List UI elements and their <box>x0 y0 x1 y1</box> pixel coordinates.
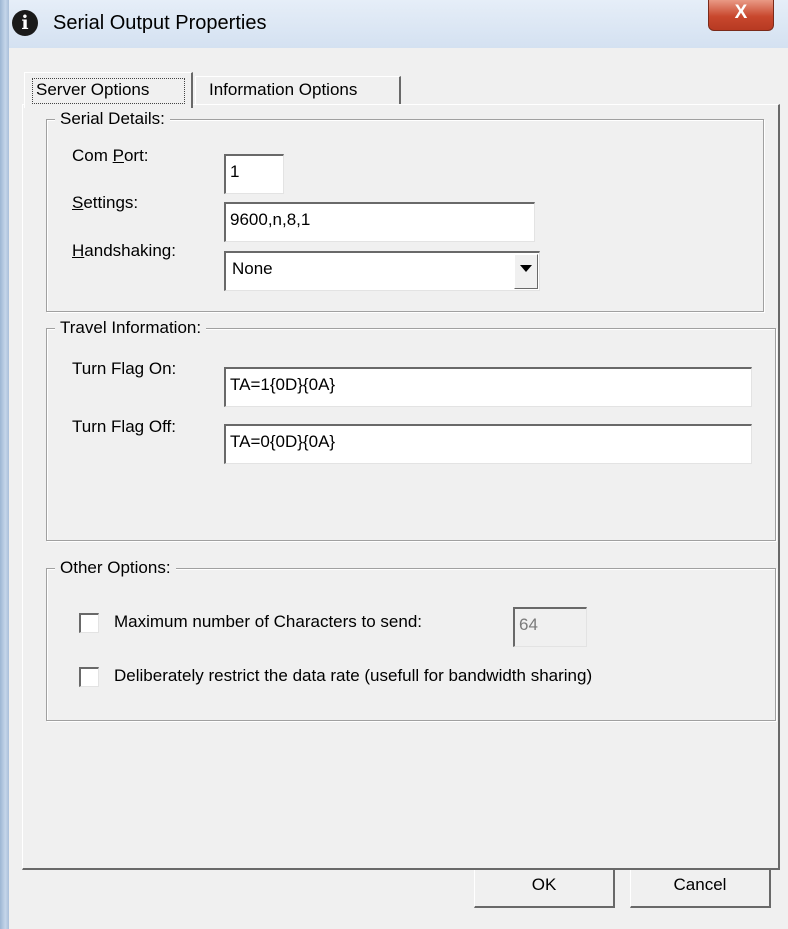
flag-off-input[interactable]: TA=0{0D}{0A} <box>224 424 752 464</box>
handshaking-select[interactable]: None <box>224 251 540 291</box>
settings-input[interactable]: 9600,n,8,1 <box>224 202 535 242</box>
serial-details-group: Serial Details: Com Port: 1 Settings: 96… <box>46 109 764 312</box>
flag-on-input[interactable]: TA=1{0D}{0A} <box>224 367 752 407</box>
restrict-rate-checkbox[interactable] <box>79 667 99 687</box>
com-port-input[interactable]: 1 <box>224 154 284 194</box>
other-options-group: Other Options: Maximum number of Charact… <box>46 558 776 721</box>
tab-server-options[interactable]: Server Options <box>24 72 193 108</box>
close-button[interactable]: X <box>708 0 774 31</box>
handshaking-label: Handshaking: <box>72 241 176 260</box>
restrict-rate-label[interactable]: Deliberately restrict the data rate (use… <box>114 666 592 686</box>
window-title: Serial Output Properties <box>53 12 267 34</box>
group-legend: Other Options: <box>55 558 176 578</box>
travel-information-group: Travel Information: Turn Flag On: TA=1{0… <box>46 318 776 541</box>
tab-label: Server Options <box>36 80 150 99</box>
info-icon: i <box>12 10 38 36</box>
max-chars-checkbox[interactable] <box>79 613 99 633</box>
com-port-label: Com Port: <box>72 146 149 165</box>
ok-button[interactable]: OK <box>474 864 615 908</box>
max-chars-input: 64 <box>513 607 587 647</box>
flag-on-label: Turn Flag On: <box>72 359 177 378</box>
tab-label: Information Options <box>209 80 358 99</box>
window-frame <box>0 0 9 929</box>
dropdown-button[interactable] <box>514 254 538 289</box>
settings-label: Settings: <box>72 193 139 212</box>
tab-page-server-options: Serial Details: Com Port: 1 Settings: 96… <box>22 104 780 870</box>
group-legend: Serial Details: <box>55 109 170 129</box>
chevron-down-icon <box>520 265 532 272</box>
max-chars-label[interactable]: Maximum number of Characters to send: <box>114 612 422 632</box>
flag-off-label: Turn Flag Off: <box>72 417 176 436</box>
close-icon: X <box>734 2 748 23</box>
tab-information-options[interactable]: Information Options <box>195 76 401 106</box>
handshaking-value: None <box>232 259 273 278</box>
dialog-body: Server Options Information Options Seria… <box>9 48 788 929</box>
title-bar[interactable]: i Serial Output Properties X <box>9 0 788 48</box>
group-legend: Travel Information: <box>55 318 207 338</box>
cancel-button[interactable]: Cancel <box>630 864 771 908</box>
